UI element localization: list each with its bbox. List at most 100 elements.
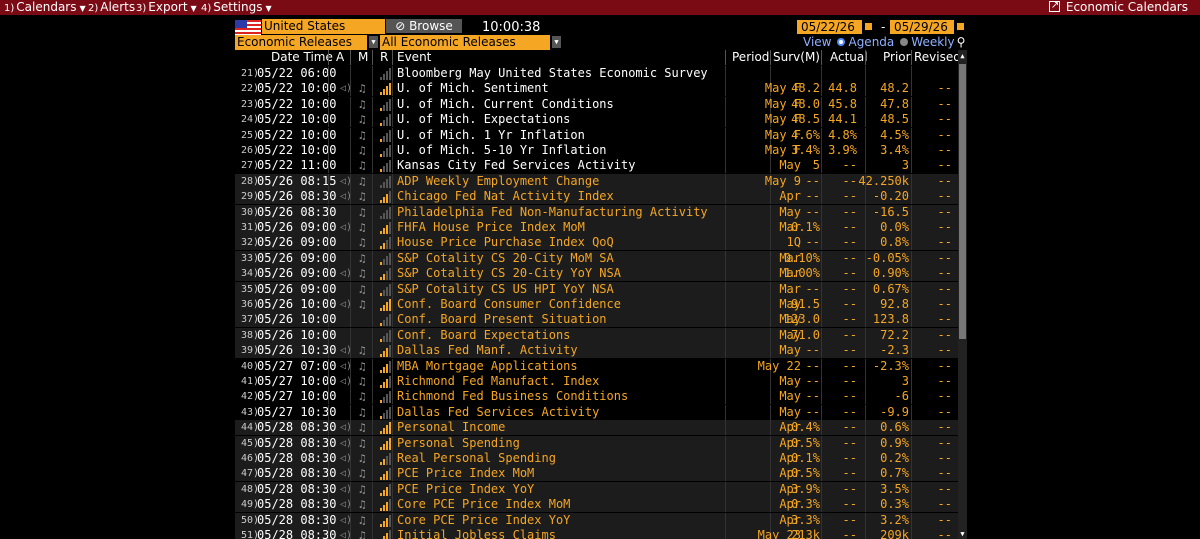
table-row[interactable]: 44) 05/28 08:30 ◁) ♫ Personal Income Apr 0.4% -… — [235, 420, 958, 436]
event-name: Initial Jobless Claims — [397, 528, 556, 539]
table-row[interactable]: 28) 05/26 08:15 ◁) ♫ ADP Weekly Employment C… — [235, 173, 958, 189]
col-a[interactable]: A — [336, 50, 344, 65]
scroll-up-icon[interactable]: ▲ — [958, 52, 967, 60]
row-datetime: 05/22 06:00 — [257, 66, 337, 80]
event-name: Dallas Fed Services Activity — [397, 404, 600, 419]
alert-bell-icon: ♫ — [359, 529, 366, 539]
agenda-radio[interactable] — [837, 38, 846, 46]
table-row[interactable]: 35) 05/26 09:00 ♫ S&P Cotality CS US HPI Yo… — [235, 281, 958, 297]
chevron-down-icon[interactable]: ▼ — [369, 36, 378, 48]
table-row[interactable]: 31) 05/26 09:00 ◁) ♫ FHFA House Price Index … — [235, 220, 958, 235]
period-value: May — [779, 389, 801, 404]
start-date-field[interactable]: 05/22/26 — [797, 20, 862, 34]
column-divider — [328, 343, 329, 359]
table-row[interactable]: 49) 05/28 08:30 ◁) ♫ Core PCE Price Index Mo… — [235, 497, 958, 513]
browse-button[interactable]: ⊘ Browse — [386, 19, 462, 33]
chevron-down-icon[interactable]: ▼ — [552, 36, 561, 48]
table-row[interactable]: 40) 05/27 07:00 ◁) ♫ MBA Mortgage Applicatio… — [235, 358, 958, 374]
column-divider — [821, 189, 822, 205]
column-divider — [865, 297, 866, 312]
col-actual[interactable]: Actual — [830, 50, 868, 65]
table-row[interactable]: 32) 05/26 09:00 ♫ House Price Purchase Inde… — [235, 235, 958, 251]
scroll-thumb[interactable] — [959, 64, 966, 339]
calendar-icon[interactable] — [956, 22, 965, 31]
table-row[interactable]: 43) 05/27 10:30 ♫ Dallas Fed Services Activ… — [235, 404, 958, 420]
column-divider — [821, 358, 822, 374]
relevance-bars-icon — [380, 453, 391, 465]
relevance-bar — [386, 148, 388, 157]
col-datetime[interactable]: Date Time — [271, 50, 333, 65]
table-row[interactable]: 25) 05/22 10:00 ♫ U. of Mich. 1 Yr Inflatio… — [235, 127, 958, 143]
table-row[interactable]: 29) 05/26 08:30 ◁) ♫ Chicago Fed Nat Activit… — [235, 189, 958, 205]
table-row[interactable]: 26) 05/22 10:00 ♫ U. of Mich. 5-10 Yr Infla… — [235, 143, 958, 158]
column-divider — [350, 497, 351, 513]
table-row[interactable]: 24) 05/22 10:00 ♫ U. of Mich. Expectations M… — [235, 112, 958, 128]
weekly-label[interactable]: Weekly — [911, 35, 954, 49]
col-revised[interactable]: Revised — [914, 50, 961, 65]
menu-calendars[interactable]: 1) Calendars ▼ — [4, 0, 86, 15]
prior-value: 92.8 — [880, 297, 909, 311]
col-surv[interactable]: Surv(M) — [773, 50, 820, 65]
col-event[interactable]: Event — [397, 50, 431, 65]
table-row[interactable]: 21) 05/22 06:00 Bloomberg May United State… — [235, 66, 958, 81]
col-period[interactable]: Period — [732, 50, 769, 65]
table-row[interactable]: 41) 05/27 10:00 ◁) ♫ Richmond Fed Manufact. … — [235, 374, 958, 389]
scrollbar[interactable]: ▲ ▼ — [958, 50, 967, 539]
relevance-bar — [383, 428, 385, 435]
table-row[interactable]: 46) 05/28 08:30 ◁) ♫ Real Personal Spending A… — [235, 451, 958, 466]
revised-value: -- — [937, 497, 952, 512]
alert-bell-icon: ♫ — [359, 282, 366, 296]
agenda-label[interactable]: Agenda — [848, 35, 894, 49]
table-row[interactable]: 48) 05/28 08:30 ◁) ♫ PCE Price Index YoY Apr 3… — [235, 481, 958, 497]
table-row[interactable]: 23) 05/22 10:00 ♫ U. of Mich. Current Condi… — [235, 96, 958, 112]
table-row[interactable]: 51) 05/28 08:30 ◁) ♫ Initial Jobless Claims M… — [235, 528, 958, 539]
table-row[interactable]: 45) 05/28 08:30 ◁) ♫ Personal Spending Apr 0.5… — [235, 435, 958, 451]
table-row[interactable]: 38) 05/26 10:00 Conf. Board Expectations Ma… — [235, 327, 958, 343]
column-divider — [911, 327, 912, 343]
country-field[interactable]: United States — [262, 19, 385, 34]
relevance-bar — [383, 320, 385, 327]
table-row[interactable]: 36) 05/26 10:00 ◁) ♫ Conf. Board Consumer Co… — [235, 297, 958, 312]
survey-value: -- — [805, 358, 820, 373]
column-divider — [372, 127, 373, 143]
column-divider — [350, 327, 351, 343]
event-name: Core PCE Price Index YoY — [397, 512, 571, 527]
survey-value: -- — [805, 189, 820, 204]
table-row[interactable]: 39) 05/26 10:30 ◁) ♫ Dallas Fed Manf. Activi… — [235, 343, 958, 359]
alert-bell-icon: ♫ — [359, 251, 366, 265]
table-row[interactable]: 50) 05/28 08:30 ◁) ♫ Core PCE Price Index Yo… — [235, 512, 958, 528]
filter-dropdown[interactable]: All Economic Releases — [380, 35, 550, 50]
end-date-field[interactable]: 05/29/26 — [890, 20, 954, 34]
table-row[interactable]: 22) 05/22 10:00 ◁) ♫ U. of Mich. Sentiment Ma… — [235, 81, 958, 97]
menu-alerts[interactable]: 2) Alerts — [88, 0, 135, 15]
column-divider — [328, 404, 329, 420]
table-row[interactable]: 37) 05/26 10:00 Conf. Board Present Situat… — [235, 312, 958, 328]
relevance-bar — [380, 431, 382, 435]
economic-calendars-link[interactable]: Economic Calendars — [1048, 0, 1188, 15]
category-dropdown[interactable]: Economic Releases — [235, 35, 367, 50]
table-row[interactable]: 34) 05/26 09:00 ◁) ♫ S&P Cotality CS 20-City… — [235, 266, 958, 282]
col-r[interactable]: R — [380, 50, 388, 65]
col-prior[interactable]: Prior — [883, 50, 911, 65]
menu-export[interactable]: 3) Export ▼ — [136, 0, 197, 15]
person-search-icon[interactable]: ⚲ — [957, 35, 966, 49]
relevance-bars-icon — [380, 68, 391, 80]
relevance-bar — [386, 348, 388, 358]
table-row[interactable]: 33) 05/26 09:00 ♫ S&P Cotality CS 20-City M… — [235, 250, 958, 266]
prior-value: 0.6% — [880, 420, 909, 435]
calendar-icon[interactable] — [864, 22, 873, 31]
scroll-down-icon[interactable]: ▼ — [958, 530, 967, 538]
column-divider — [725, 404, 726, 420]
column-divider — [372, 66, 373, 81]
compass-icon: ⊘ — [395, 19, 410, 33]
weekly-radio[interactable] — [900, 38, 909, 46]
table-row[interactable]: 30) 05/26 08:30 ♫ Philadelphia Fed Non-Manu… — [235, 204, 958, 220]
menu-settings[interactable]: 4) Settings ▼ — [201, 0, 272, 15]
alert-bell-icon: ♫ — [359, 405, 366, 419]
column-divider — [725, 312, 726, 328]
table-row[interactable]: 47) 05/28 08:30 ◁) ♫ PCE Price Index MoM Apr 0… — [235, 466, 958, 482]
table-row[interactable]: 42) 05/27 10:00 ♫ Richmond Fed Business Con… — [235, 389, 958, 405]
table-row[interactable]: 27) 05/22 11:00 ♫ Kansas City Fed Services … — [235, 158, 958, 174]
column-divider — [392, 173, 393, 189]
col-m[interactable]: M — [358, 50, 368, 65]
